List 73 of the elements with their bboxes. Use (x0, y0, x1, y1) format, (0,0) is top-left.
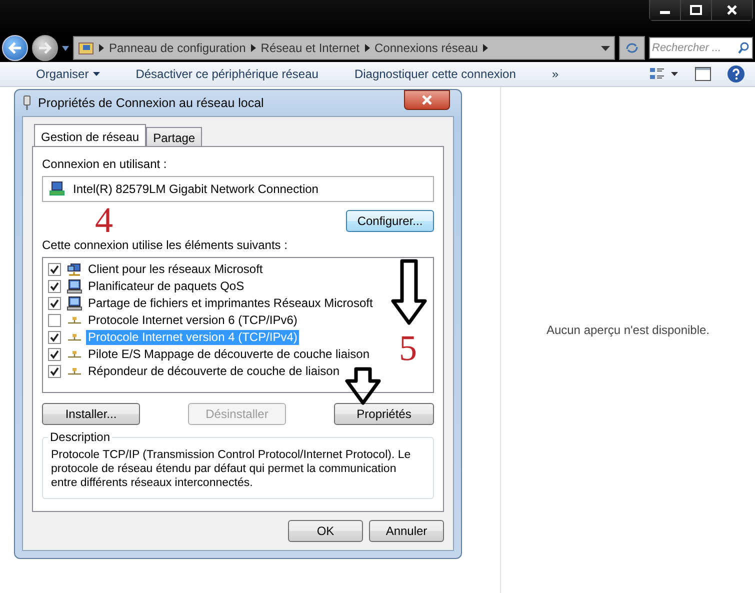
network-client-icon (67, 262, 82, 276)
checkbox[interactable] (48, 331, 61, 344)
action-button[interactable]: Installer... (42, 403, 140, 425)
field-label: Connexion en utilisant : (42, 157, 168, 171)
list-label: Cette connexion utilise les éléments suivants : (42, 238, 288, 252)
refresh-button[interactable] (619, 36, 645, 60)
list-item[interactable]: Pilote E/S Mappage de découverte de couche liaison (86, 347, 372, 362)
description-text: Protocole TCP/IP (Transmission Control Protocol/Internet Protocol). Le protocole de réseau étendu par défaut qui permet la communication entre différents réseaux interconnectés. (51, 448, 412, 490)
close-button[interactable] (404, 90, 450, 110)
checkbox[interactable] (48, 314, 61, 327)
action-button[interactable]: Propriétés (334, 403, 434, 425)
tab[interactable]: Gestion de réseau (34, 124, 146, 147)
list-item[interactable]: Client pour les réseaux Microsoft (86, 262, 265, 277)
down-arrow (391, 259, 427, 325)
computer-icon (67, 296, 82, 311)
chevron-icon[interactable] (364, 44, 370, 52)
network-adapter-icon (22, 95, 32, 111)
breadcrumb[interactable]: Réseau et Internet (260, 41, 360, 55)
adapter-name: Intel(R) 82579LM Gigabit Network Connection (73, 182, 318, 196)
checkbox[interactable] (48, 263, 61, 276)
chevron-icon[interactable] (250, 44, 256, 52)
dialog-title: Propriétés de Connexion au réseau local (38, 96, 265, 110)
network-protocol-icon (67, 316, 82, 325)
computer-icon (67, 279, 82, 294)
dialog-button[interactable]: Annuler (369, 520, 444, 542)
checkbox[interactable] (48, 365, 61, 378)
group-legend: Description (48, 430, 112, 444)
close-icon (727, 5, 737, 15)
back-button[interactable] (2, 35, 28, 61)
dialog-button[interactable]: OK (288, 520, 363, 542)
view-options-icon[interactable] (649, 66, 679, 82)
checkbox[interactable] (48, 297, 61, 310)
search-icon (738, 42, 749, 54)
list-item[interactable]: Protocole Internet version 6 (TCP/IPv6) (86, 313, 300, 328)
minimize-button[interactable] (650, 0, 680, 20)
toolbar-button[interactable]: Diagnostiquer cette connexion (348, 67, 522, 81)
annotation-number: 5 (399, 333, 417, 363)
preview-message: Aucun aperçu n'est disponible. (546, 323, 710, 337)
list-item[interactable]: Partage de fichiers et imprimantes Réseaux Microsoft (86, 296, 375, 311)
forward-arrow-icon (38, 42, 52, 54)
toolbar-button[interactable]: Organiser (30, 67, 106, 81)
tab[interactable]: Partage (146, 127, 202, 146)
maximize-icon (690, 5, 702, 15)
address-bar[interactable]: Panneau de configuration Réseau et Internet Connexions réseau (73, 36, 615, 60)
list-item[interactable]: Répondeur de découverte de couche de liaison (86, 364, 342, 379)
network-protocol-icon (67, 350, 82, 359)
chevron-icon[interactable] (99, 44, 104, 52)
checkbox[interactable] (48, 348, 61, 361)
configure-button[interactable]: Configurer... (346, 210, 434, 232)
checkbox[interactable] (48, 280, 61, 293)
chevron-icon[interactable] (482, 44, 488, 52)
back-arrow-icon (8, 42, 22, 54)
forward-button[interactable] (32, 35, 58, 61)
toolbar-button[interactable]: Désactiver ce périphérique réseau (130, 67, 324, 81)
breadcrumb[interactable]: Connexions réseau (374, 41, 478, 55)
dropdown-icon[interactable] (62, 46, 69, 50)
network-adapter-icon (49, 181, 65, 197)
close-icon (422, 95, 432, 105)
maximize-button[interactable] (680, 0, 711, 20)
network-protocol-icon (67, 333, 82, 342)
network-protocol-icon (67, 367, 82, 376)
help-icon[interactable] (727, 65, 745, 83)
network-folder-icon (78, 40, 94, 56)
close-button[interactable] (711, 0, 752, 20)
annotation-number: 4 (95, 205, 113, 235)
refresh-icon (625, 41, 639, 55)
breadcrumb[interactable]: Panneau de configuration (109, 41, 246, 55)
list-item[interactable]: Planificateur de paquets QoS (86, 279, 246, 294)
more-button[interactable]: » (546, 67, 565, 81)
preview-pane-icon[interactable] (695, 67, 711, 81)
down-arrow (345, 367, 381, 405)
dropdown-icon[interactable] (601, 46, 610, 50)
search-field[interactable]: Rechercher ... (649, 37, 753, 59)
